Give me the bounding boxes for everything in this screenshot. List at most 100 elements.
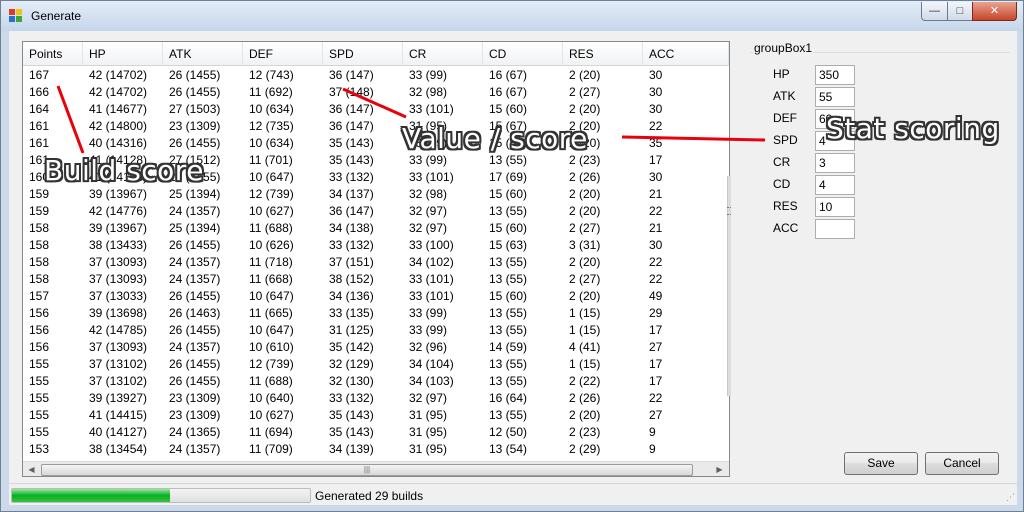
builds-list[interactable]: Points HP ATK DEF SPD CR CD RES ACC 167 42 (14702… <box>22 41 730 477</box>
cell-atk: 23 (1309) <box>169 119 221 133</box>
column-header-hp[interactable]: HP <box>83 42 163 66</box>
cell-res: 2 (27) <box>569 85 601 99</box>
column-header-def[interactable]: DEF <box>243 42 323 66</box>
cell-cd: 13 (55) <box>489 357 528 371</box>
cell-cd: 13 (55) <box>489 255 528 269</box>
table-row[interactable]: 158 39 (13967) 25 (1394) 11 (688) 34 (138) 32… <box>23 220 729 237</box>
cell-cr: 33 (99) <box>409 306 448 320</box>
cell-spd: 34 (137) <box>329 187 374 201</box>
cell-cr: 33 (101) <box>409 102 454 116</box>
table-row[interactable]: 155 41 (14415) 23 (1309) 10 (627) 35 (143) 31… <box>23 407 729 424</box>
cell-cr: 33 (100) <box>409 238 454 252</box>
cell-points: 155 <box>29 374 50 388</box>
table-row[interactable]: 156 42 (14785) 26 (1455) 10 (647) 31 (125) 33… <box>23 322 729 339</box>
cell-points: 158 <box>29 221 50 235</box>
scroll-thumb[interactable]: ||| <box>41 464 693 476</box>
stat-input-cr[interactable]: 3 <box>815 153 855 173</box>
cell-points: 166 <box>29 85 50 99</box>
cell-spd: 35 (143) <box>329 425 374 439</box>
table-row[interactable]: 156 37 (13093) 24 (1357) 10 (610) 35 (142) 32… <box>23 339 729 356</box>
maximize-button[interactable]: □ <box>947 2 973 21</box>
stat-input-atk[interactable]: 55 <box>815 87 855 107</box>
stat-input-cd[interactable]: 4 <box>815 175 855 195</box>
table-row[interactable]: 161 42 (14800) 23 (1309) 12 (735) 36 (147) 31… <box>23 118 729 135</box>
cell-spd: 34 (138) <box>329 221 374 235</box>
table-row[interactable]: 161 40 (14316) 26 (1455) 10 (634) 35 (143) 33… <box>23 135 729 152</box>
column-header-atk[interactable]: ATK <box>163 42 243 66</box>
cell-atk: 27 (1503) <box>169 102 221 116</box>
table-row[interactable]: 166 42 (14702) 26 (1455) 11 (692) 37 (148) 32… <box>23 84 729 101</box>
status-text: Generated 29 builds <box>315 489 424 503</box>
size-grip-icon[interactable]: ⋰ <box>1003 491 1015 503</box>
table-row[interactable]: 158 37 (13093) 24 (1357) 11 (668) 38 (152) 33… <box>23 271 729 288</box>
cell-atk: 24 (1357) <box>169 255 221 269</box>
close-button[interactable]: ✕ <box>972 2 1017 21</box>
cell-cd: 17 (69) <box>489 170 528 184</box>
cell-acc: 21 <box>649 187 663 201</box>
table-row[interactable]: 155 37 (13102) 26 (1455) 11 (688) 32 (130) 34… <box>23 373 729 390</box>
cell-cd: 12 (50) <box>489 425 528 439</box>
table-row[interactable]: 153 38 (13454) 24 (1357) 11 (709) 34 (139) 31… <box>23 441 729 458</box>
splitter-grip-icon[interactable] <box>727 207 731 215</box>
column-header-cr[interactable]: CR <box>403 42 483 66</box>
cell-cr: 31 (95) <box>409 442 448 456</box>
table-row[interactable]: 167 42 (14702) 26 (1455) 12 (743) 36 (147) 33… <box>23 67 729 84</box>
cell-spd: 32 (129) <box>329 357 374 371</box>
cell-acc: 17 <box>649 153 663 167</box>
table-row[interactable]: 155 40 (14127) 24 (1365) 11 (694) 35 (143) 31… <box>23 424 729 441</box>
cell-res: 2 (20) <box>569 255 601 269</box>
list-body[interactable]: 167 42 (14702) 26 (1455) 12 (743) 36 (147) 33… <box>23 67 729 460</box>
cell-atk: 26 (1455) <box>169 323 221 337</box>
scroll-right-icon[interactable]: ▶ <box>711 462 728 476</box>
cell-spd: 33 (132) <box>329 170 374 184</box>
scroll-left-icon[interactable]: ◀ <box>23 462 40 476</box>
stat-input-res[interactable]: 10 <box>815 197 855 217</box>
table-row[interactable]: 158 37 (13093) 24 (1357) 11 (718) 37 (151) 34… <box>23 254 729 271</box>
cell-points: 164 <box>29 102 50 116</box>
cell-acc: 9 <box>649 425 656 439</box>
cell-points: 157 <box>29 289 50 303</box>
table-row[interactable]: 156 39 (13698) 26 (1463) 11 (665) 33 (135) 33… <box>23 305 729 322</box>
stat-label-cd: CD <box>773 177 791 191</box>
table-row[interactable]: 158 38 (13433) 26 (1455) 10 (626) 33 (132) 33… <box>23 237 729 254</box>
cell-atk: 26 (1455) <box>169 289 221 303</box>
cell-def: 11 (665) <box>249 306 293 320</box>
column-header-spd[interactable]: SPD <box>323 42 403 66</box>
save-button[interactable]: Save <box>844 452 918 475</box>
generate-window: Generate — □ ✕ Points HP ATK DEF SPD CR CD RES A… <box>0 0 1024 512</box>
cell-atk: 26 (1455) <box>169 357 221 371</box>
cell-points: 155 <box>29 391 50 405</box>
list-header: Points HP ATK DEF SPD CR CD RES ACC <box>23 42 729 66</box>
build-score-annotation: Build score <box>44 154 204 187</box>
table-row[interactable]: 164 41 (14677) 27 (1503) 10 (634) 36 (147) 33… <box>23 101 729 118</box>
cell-cr: 33 (101) <box>409 289 454 303</box>
table-row[interactable]: 159 42 (14776) 24 (1357) 10 (627) 36 (147) 32… <box>23 203 729 220</box>
column-header-acc[interactable]: ACC <box>643 42 729 66</box>
cell-atk: 26 (1463) <box>169 306 221 320</box>
cell-spd: 37 (151) <box>329 255 374 269</box>
cell-acc: 22 <box>649 272 663 286</box>
cell-cd: 16 (64) <box>489 391 528 405</box>
table-row[interactable]: 157 37 (13033) 26 (1455) 10 (647) 34 (136) 33… <box>23 288 729 305</box>
horizontal-scrollbar[interactable]: ◀ ||| ▶ <box>23 461 729 476</box>
stat-scoring-annotation: Stat scoring <box>826 112 1000 145</box>
cell-acc: 9 <box>649 442 656 456</box>
table-row[interactable]: 159 39 (13967) 25 (1394) 12 (739) 34 (137) 32… <box>23 186 729 203</box>
cell-cr: 32 (97) <box>409 391 448 405</box>
cancel-button[interactable]: Cancel <box>925 452 999 475</box>
cell-spd: 33 (132) <box>329 391 374 405</box>
column-header-points[interactable]: Points <box>23 42 83 66</box>
cell-def: 10 (647) <box>249 323 294 337</box>
cell-points: 159 <box>29 204 50 218</box>
cell-hp: 39 (13967) <box>89 187 148 201</box>
stat-input-hp[interactable]: 350 <box>815 65 855 85</box>
cell-spd: 31 (125) <box>329 323 374 337</box>
table-row[interactable]: 155 39 (13927) 23 (1309) 10 (640) 33 (132) 32… <box>23 390 729 407</box>
table-row[interactable]: 155 37 (13102) 26 (1455) 12 (739) 32 (129) 34… <box>23 356 729 373</box>
column-header-cd[interactable]: CD <box>483 42 563 66</box>
title-bar[interactable]: Generate — □ ✕ <box>1 1 1023 31</box>
minimize-button[interactable]: — <box>921 2 948 21</box>
stat-input-acc[interactable] <box>815 219 855 239</box>
column-header-res[interactable]: RES <box>563 42 643 66</box>
cell-acc: 17 <box>649 374 663 388</box>
